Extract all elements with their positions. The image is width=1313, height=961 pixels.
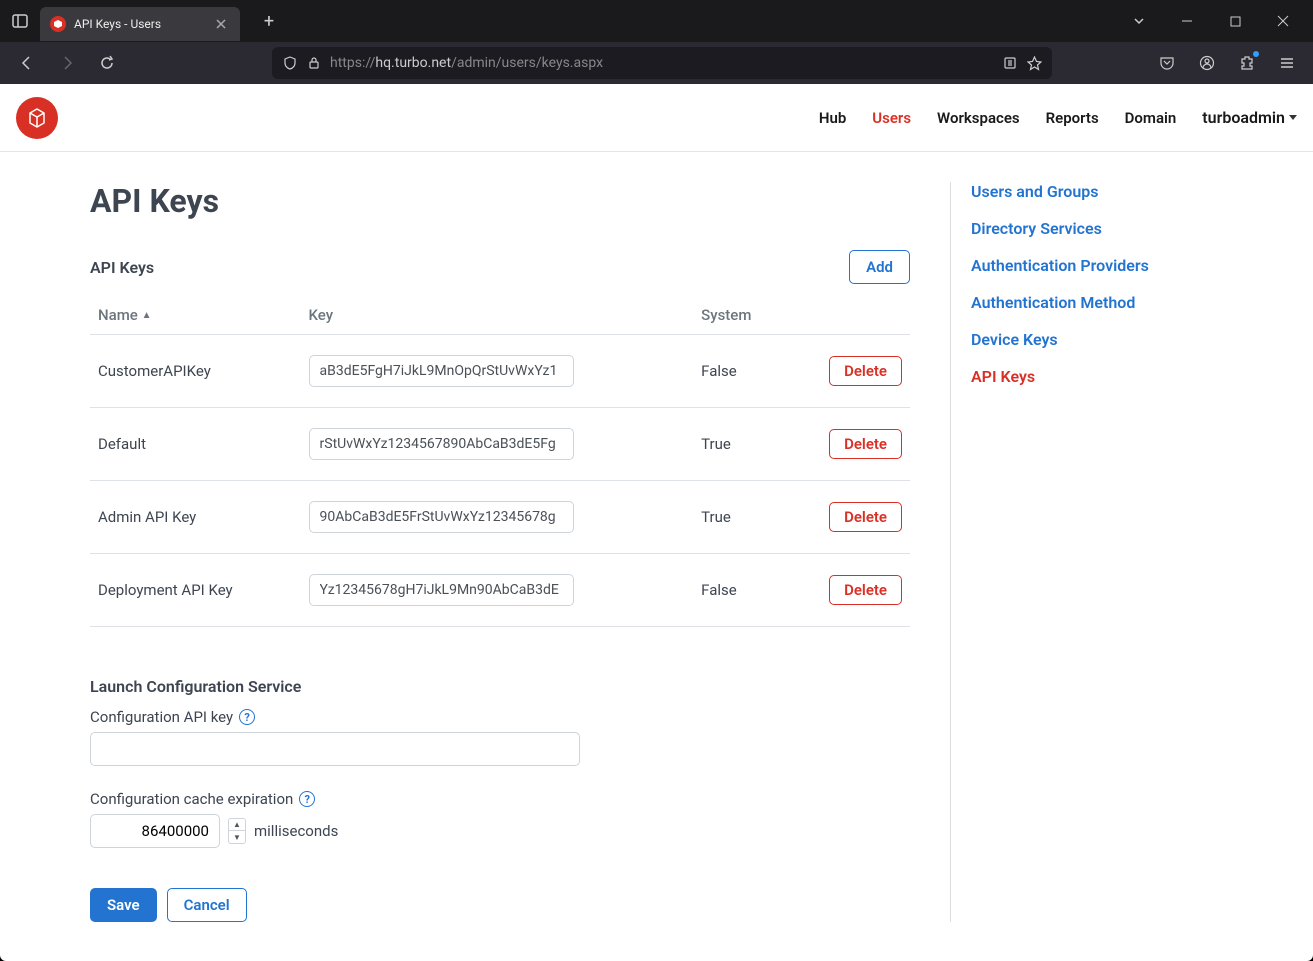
cache-unit: milliseconds [254, 822, 338, 840]
cache-expiration-label: Configuration cache expiration ? [90, 790, 910, 808]
browser-toolbar: https://hq.turbo.net/admin/users/keys.as… [0, 42, 1313, 84]
table-row: CustomerAPIKey False Delete [90, 335, 910, 408]
sidenav-device-keys[interactable]: Device Keys [971, 330, 1058, 349]
config-api-key-input[interactable] [90, 732, 580, 766]
nav-hub[interactable]: Hub [819, 109, 846, 127]
key-input[interactable] [309, 501, 574, 533]
account-icon[interactable] [1193, 49, 1221, 77]
caret-down-icon [1289, 115, 1297, 120]
save-button[interactable]: Save [90, 888, 157, 922]
cell-name: CustomerAPIKey [90, 335, 301, 408]
cancel-button[interactable]: Cancel [167, 888, 247, 922]
main-content: API Keys API Keys Add Name ▲ Key System … [90, 182, 910, 922]
tab-favicon-icon [50, 16, 66, 32]
tabs-dropdown-icon[interactable] [1117, 3, 1161, 39]
app-menu-icon[interactable] [1273, 49, 1301, 77]
app-header: Hub Users Workspaces Reports Domain turb… [0, 84, 1313, 152]
table-row: Default True Delete [90, 408, 910, 481]
browser-titlebar: API Keys - Users + [0, 0, 1313, 42]
cell-name: Admin API Key [90, 481, 301, 554]
key-input[interactable] [309, 574, 574, 606]
sidenav-directory[interactable]: Directory Services [971, 219, 1102, 238]
table-row: Deployment API Key False Delete [90, 554, 910, 627]
col-system[interactable]: System [693, 296, 786, 335]
page-content: Hub Users Workspaces Reports Domain turb… [0, 84, 1313, 961]
cell-name: Deployment API Key [90, 554, 301, 627]
spinner-down-button[interactable]: ▼ [229, 831, 245, 843]
side-nav: Users and Groups Directory Services Auth… [950, 182, 1230, 922]
col-key[interactable]: Key [301, 296, 694, 335]
nav-users[interactable]: Users [872, 109, 911, 127]
nav-domain[interactable]: Domain [1125, 109, 1177, 127]
help-icon[interactable]: ? [299, 791, 315, 807]
sidenav-api-keys[interactable]: API Keys [971, 367, 1035, 386]
nav-reports[interactable]: Reports [1046, 109, 1099, 127]
delete-button[interactable]: Delete [829, 575, 902, 605]
back-button[interactable] [12, 48, 42, 78]
key-input[interactable] [309, 428, 574, 460]
window-close-button[interactable] [1261, 3, 1305, 39]
cell-name: Default [90, 408, 301, 481]
add-button[interactable]: Add [849, 250, 910, 284]
user-menu-label: turboadmin [1202, 108, 1285, 127]
sidenav-auth-method[interactable]: Authentication Method [971, 293, 1135, 312]
browser-tab[interactable]: API Keys - Users [40, 7, 240, 41]
delete-button[interactable]: Delete [829, 429, 902, 459]
pocket-icon[interactable] [1153, 49, 1181, 77]
col-name[interactable]: Name ▲ [90, 296, 301, 335]
window-minimize-button[interactable] [1165, 3, 1209, 39]
section-title: API Keys [90, 258, 154, 277]
number-spinner: ▲ ▼ [228, 818, 246, 844]
cell-system: True [693, 481, 786, 554]
cache-expiration-input[interactable] [90, 814, 220, 848]
help-icon[interactable]: ? [239, 709, 255, 725]
window-maximize-button[interactable] [1213, 3, 1257, 39]
launch-config-section: Launch Configuration Service Configurati… [90, 677, 910, 922]
nav-workspaces[interactable]: Workspaces [937, 109, 1020, 127]
app-logo-icon[interactable] [16, 97, 58, 139]
user-menu[interactable]: turboadmin [1202, 108, 1297, 127]
sidebar-toggle-icon[interactable] [8, 9, 32, 33]
tab-close-icon[interactable] [212, 15, 230, 33]
url-text: https://hq.turbo.net/admin/users/keys.as… [330, 55, 994, 71]
tab-title: API Keys - Users [74, 17, 204, 31]
new-tab-button[interactable]: + [254, 6, 284, 36]
reload-button[interactable] [92, 48, 122, 78]
sidenav-users-groups[interactable]: Users and Groups [971, 182, 1098, 201]
cell-system: False [693, 335, 786, 408]
cell-system: True [693, 408, 786, 481]
page-title: API Keys [90, 182, 910, 220]
spinner-up-button[interactable]: ▲ [229, 819, 245, 831]
bookmark-icon[interactable] [1026, 55, 1042, 71]
api-keys-table: Name ▲ Key System CustomerAPIKey False Del… [90, 296, 910, 627]
delete-button[interactable]: Delete [829, 502, 902, 532]
sort-asc-icon: ▲ [142, 310, 152, 321]
forward-button [52, 48, 82, 78]
key-input[interactable] [309, 355, 574, 387]
url-bar[interactable]: https://hq.turbo.net/admin/users/keys.as… [272, 47, 1052, 79]
app-nav: Hub Users Workspaces Reports Domain turb… [819, 108, 1297, 127]
delete-button[interactable]: Delete [829, 356, 902, 386]
extensions-icon[interactable] [1233, 49, 1261, 77]
config-api-key-label: Configuration API key ? [90, 708, 910, 726]
shield-icon[interactable] [282, 55, 298, 71]
lock-icon[interactable] [306, 55, 322, 71]
table-row: Admin API Key True Delete [90, 481, 910, 554]
sidenav-auth-providers[interactable]: Authentication Providers [971, 256, 1149, 275]
cell-system: False [693, 554, 786, 627]
lcs-title: Launch Configuration Service [90, 677, 910, 696]
reader-mode-icon[interactable] [1002, 55, 1018, 71]
